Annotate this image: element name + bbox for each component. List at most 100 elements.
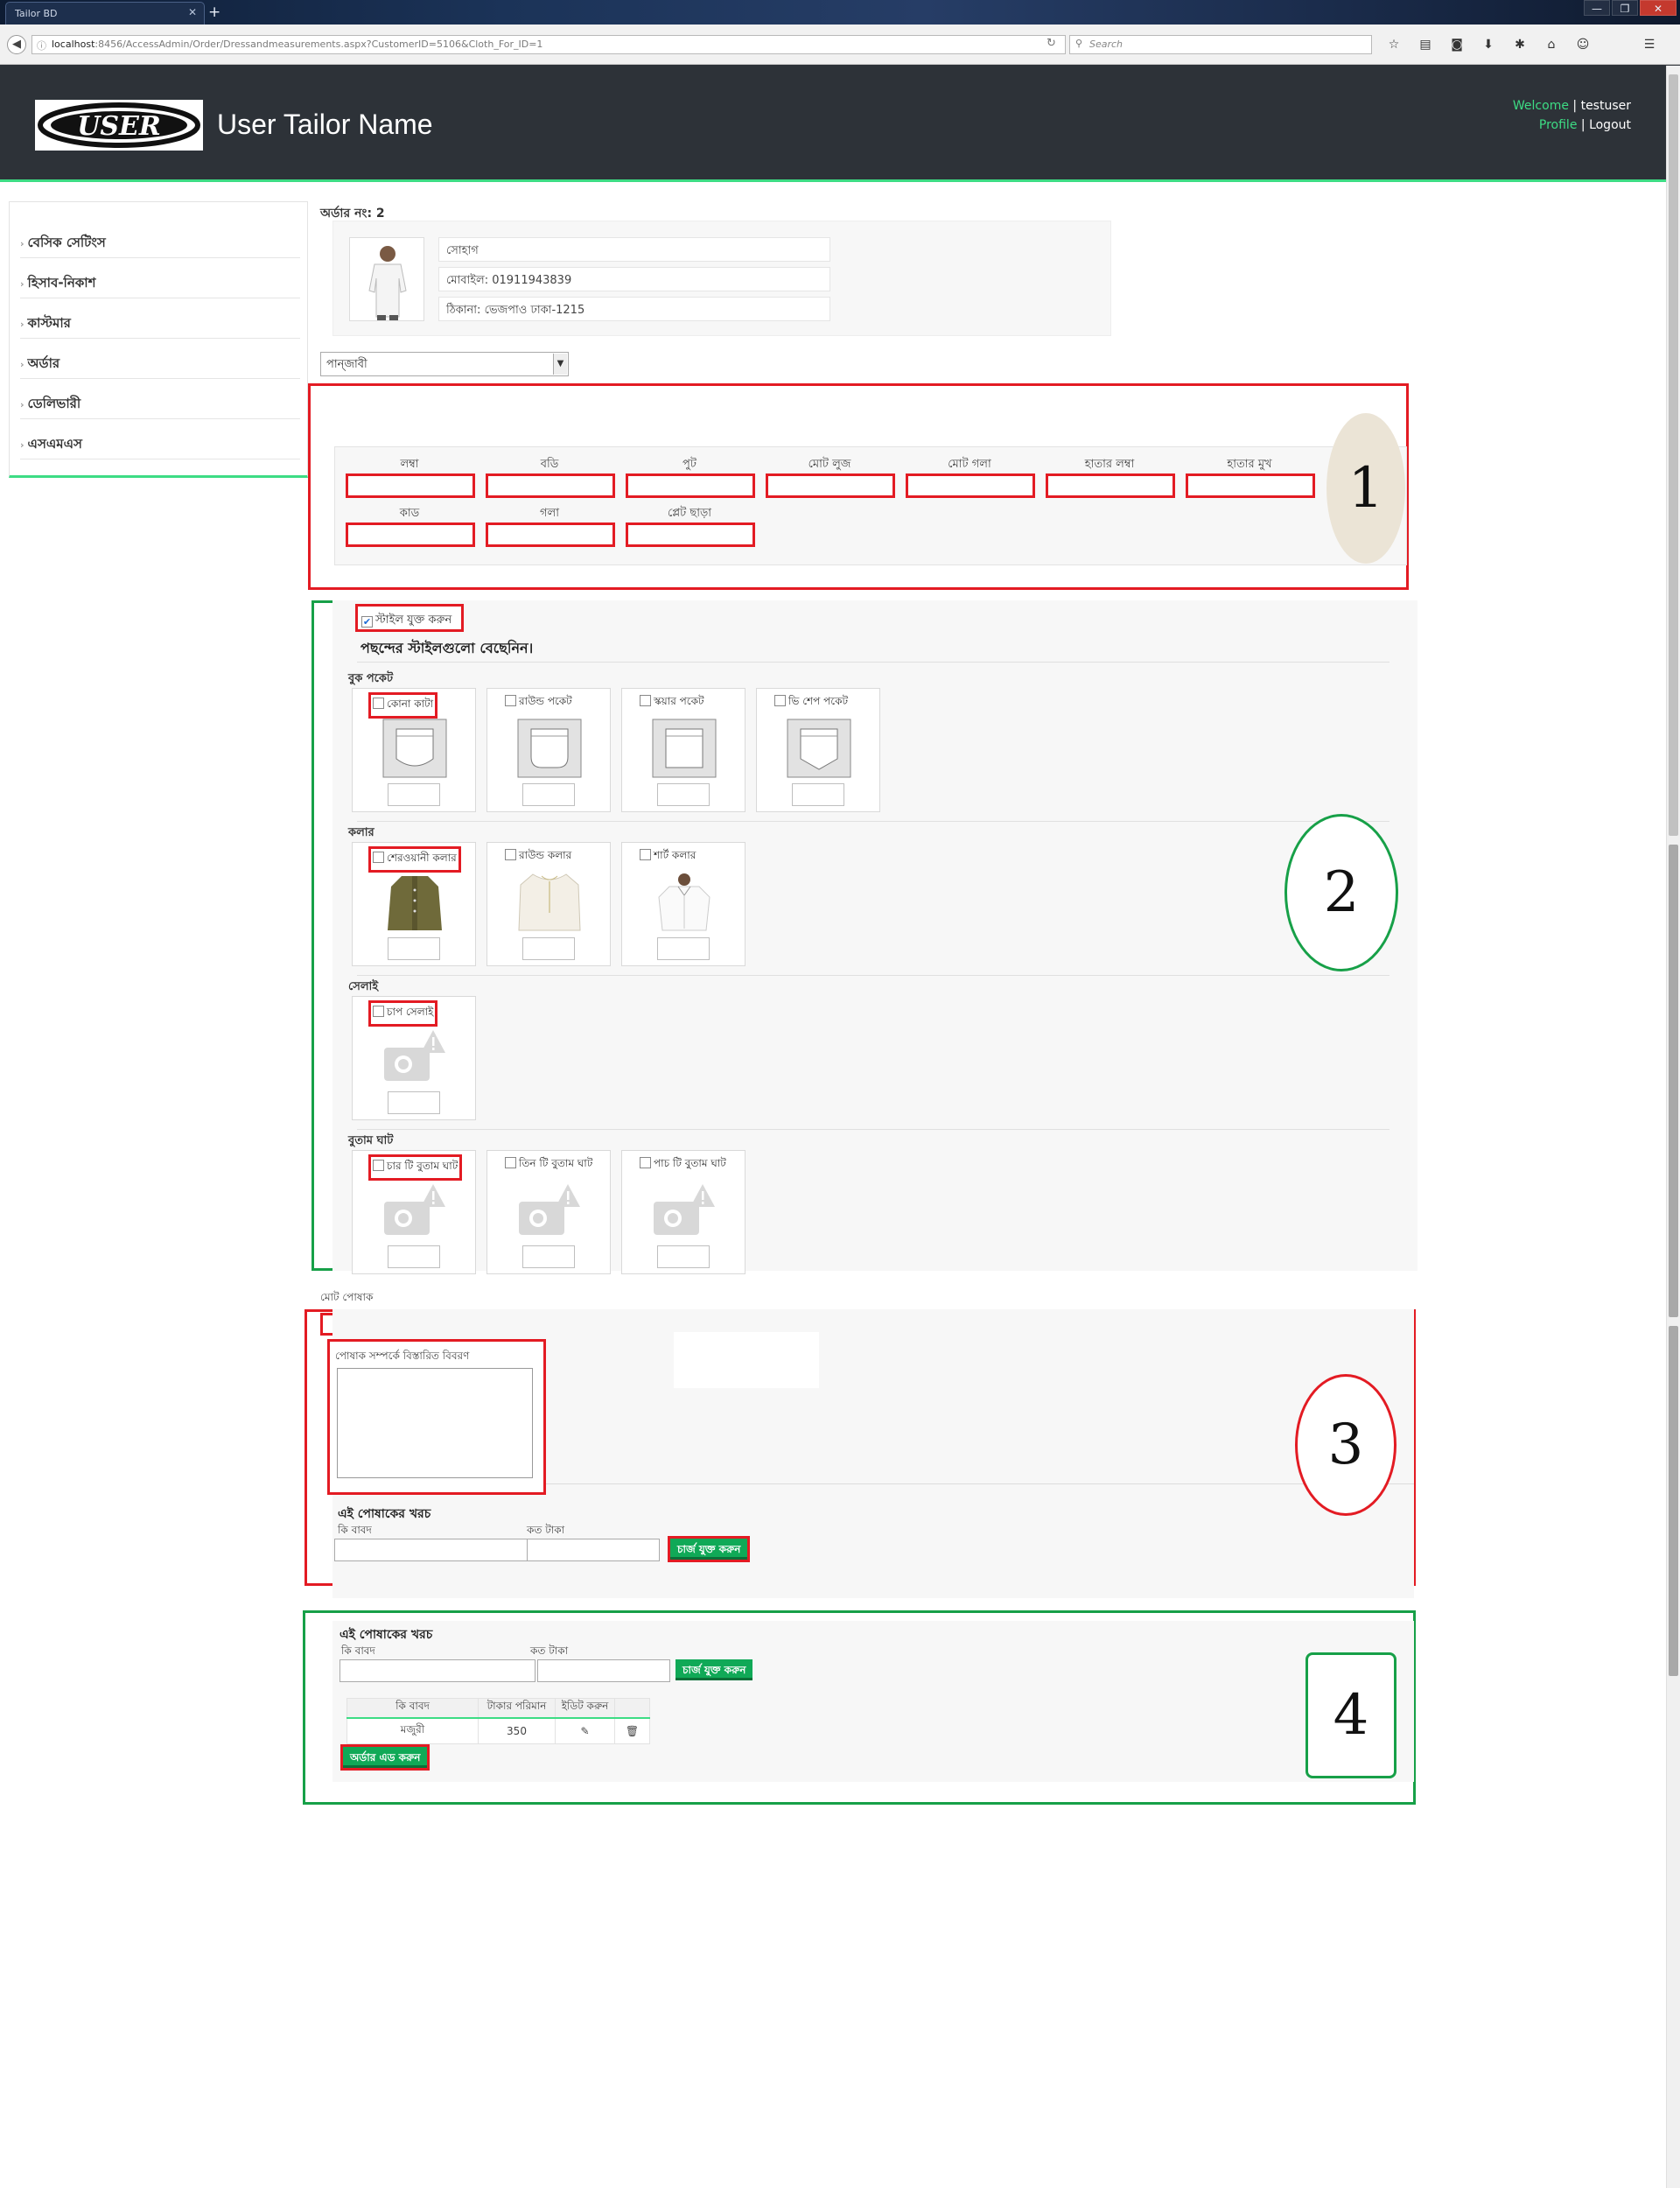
style-qty-input[interactable] xyxy=(657,937,710,960)
tab-close-icon[interactable]: ✕ xyxy=(188,6,197,18)
sidebar-item-accounts[interactable]: › হিসাব-নিকাশ xyxy=(20,258,300,298)
measure-input-sleeve-mouth[interactable] xyxy=(1186,473,1315,498)
checkbox-icon[interactable] xyxy=(640,849,651,860)
style-card[interactable]: রাউন্ড কলার xyxy=(486,842,611,966)
edit-icon[interactable]: ✎ xyxy=(555,1717,615,1744)
style-qty-input[interactable] xyxy=(522,783,575,806)
measure-input-put[interactable] xyxy=(626,473,755,498)
measure-input-sleeve-length[interactable] xyxy=(1046,473,1175,498)
style-qty-input[interactable] xyxy=(388,937,440,960)
style-option[interactable]: রাউন্ড কলার xyxy=(503,846,573,867)
measure-input-total-neck[interactable] xyxy=(906,473,1035,498)
maximize-button[interactable]: ❐ xyxy=(1612,0,1638,16)
style-option[interactable]: ভি শেপ পকেট xyxy=(773,692,850,713)
pocket-icon[interactable]: ◙ xyxy=(1447,36,1466,53)
checkbox-icon[interactable] xyxy=(774,695,786,706)
style-qty-input[interactable] xyxy=(657,1245,710,1268)
checkbox-icon[interactable] xyxy=(373,698,384,709)
cloth-type-select[interactable]: পান্জাবী ▼ xyxy=(320,352,569,376)
back-arrow-icon[interactable]: ◀ xyxy=(7,35,26,54)
logout-link[interactable]: Logout xyxy=(1589,118,1631,132)
style-qty-input[interactable] xyxy=(522,937,575,960)
checkbox-icon[interactable] xyxy=(640,695,651,706)
style-option[interactable]: চাপ সেলাই xyxy=(368,1000,438,1027)
purpose-input[interactable] xyxy=(334,1539,530,1561)
sidebar-item-sms[interactable]: › এসএমএস xyxy=(20,419,300,459)
chat-icon[interactable]: ☺ xyxy=(1573,36,1592,53)
style-card[interactable]: তিন টি বুতাম ঘাট xyxy=(486,1150,611,1274)
purpose-input[interactable] xyxy=(340,1659,536,1682)
style-qty-input[interactable] xyxy=(388,783,440,806)
sidebar-item-customer[interactable]: › কাস্টমার xyxy=(20,298,300,339)
style-option[interactable]: চার টি বুতাম ঘাট xyxy=(368,1154,463,1181)
style-option[interactable]: শার্ট কলার xyxy=(638,846,697,867)
style-qty-input[interactable] xyxy=(388,1245,440,1268)
scrollbar-thumb[interactable] xyxy=(1669,74,1678,836)
checkbox-icon[interactable] xyxy=(505,1157,516,1168)
sidebar-item-basic-settings[interactable]: › বেসিক সেটিংস xyxy=(20,218,300,258)
measure-input-length[interactable] xyxy=(346,473,475,498)
style-card[interactable]: কোনা কাটা xyxy=(352,688,476,812)
reading-list-icon[interactable]: ▤ xyxy=(1416,36,1435,53)
delete-trash-icon[interactable]: 🗑 xyxy=(614,1717,650,1744)
close-window-button[interactable]: ✕ xyxy=(1640,0,1676,16)
measure-input-total-loose[interactable] xyxy=(766,473,895,498)
checkbox-icon[interactable] xyxy=(640,1157,651,1168)
style-qty-input[interactable] xyxy=(657,783,710,806)
bookmark-star-icon[interactable]: ☆ xyxy=(1384,36,1404,53)
download-icon[interactable]: ⬇ xyxy=(1479,36,1498,53)
scrollbar-thumb[interactable] xyxy=(1669,845,1678,1317)
style-card[interactable]: চার টি বুতাম ঘাট xyxy=(352,1150,476,1274)
style-card[interactable]: পাচ টি বুতাম ঘাট xyxy=(621,1150,746,1274)
amount-input[interactable] xyxy=(527,1539,660,1561)
add-order-button[interactable]: অর্ডার এড করুন xyxy=(340,1744,430,1771)
home-icon[interactable]: ⌂ xyxy=(1542,36,1561,53)
sidebar-item-delivery[interactable]: › ডেলিভারী xyxy=(20,379,300,419)
minimize-button[interactable]: — xyxy=(1584,0,1610,16)
style-qty-input[interactable] xyxy=(388,1091,440,1114)
style-qty-input[interactable] xyxy=(792,783,844,806)
add-charge-button[interactable]: চার্জ যুক্ত করুন xyxy=(676,1659,753,1680)
checkbox-icon[interactable] xyxy=(505,695,516,706)
page-scrollbar[interactable] xyxy=(1666,66,1680,2188)
style-option[interactable]: তিন টি বুতাম ঘাট xyxy=(503,1154,594,1175)
style-option[interactable]: স্কয়ার পকেট xyxy=(638,692,706,713)
profile-link[interactable]: Profile xyxy=(1539,118,1578,132)
style-option[interactable]: রাউন্ড পকেট xyxy=(503,692,574,713)
scrollbar-thumb[interactable] xyxy=(1669,1326,1678,1676)
measure-input-body[interactable] xyxy=(486,473,615,498)
style-card[interactable]: ভি শেপ পকেট xyxy=(756,688,880,812)
url-bar[interactable]: ⓘ localhost:8456/AccessAdmin/Order/Dress… xyxy=(32,35,1066,54)
menu-hamburger-icon[interactable]: ☰ xyxy=(1640,36,1659,53)
measure-input-plate[interactable] xyxy=(626,522,755,547)
style-card[interactable]: স্কয়ার পকেট xyxy=(621,688,746,812)
chevron-down-icon[interactable]: ▼ xyxy=(553,354,567,375)
style-qty-input[interactable] xyxy=(522,1245,575,1268)
style-card[interactable]: চাপ সেলাই xyxy=(352,996,476,1120)
checkbox-icon[interactable] xyxy=(373,1160,384,1171)
style-card[interactable]: শার্ট কলার xyxy=(621,842,746,966)
browser-search-input[interactable]: ⚲ Search xyxy=(1069,35,1372,54)
description-textarea[interactable] xyxy=(337,1368,533,1478)
sidebar-item-order[interactable]: › অর্ডার xyxy=(20,339,300,379)
new-tab-button[interactable]: + xyxy=(208,4,220,21)
style-card[interactable]: রাউন্ড পকেট xyxy=(486,688,611,812)
measure-input-shoulder[interactable] xyxy=(346,522,475,547)
checkbox-icon[interactable] xyxy=(373,852,384,863)
style-option[interactable]: কোনা কাটা xyxy=(368,692,438,719)
style-card[interactable]: শেরওয়ানী কলার xyxy=(352,842,476,966)
brand-logo[interactable]: USER xyxy=(35,100,203,151)
extension-icon[interactable]: ✱ xyxy=(1510,36,1530,53)
add-style-checkbox[interactable]: ✔ স্টাইল যুক্ত করুন xyxy=(355,604,464,632)
add-charge-button[interactable]: চার্জ যুক্ত করুন xyxy=(667,1536,751,1562)
style-option[interactable]: শেরওয়ানী কলার xyxy=(368,846,461,873)
amount-input[interactable] xyxy=(537,1659,670,1682)
browser-tab[interactable]: Tailor BD ✕ xyxy=(5,2,205,25)
site-info-icon[interactable]: ⓘ xyxy=(37,39,46,53)
measure-input-neck[interactable] xyxy=(486,522,615,547)
checkbox-checked-icon[interactable]: ✔ xyxy=(361,616,373,628)
reload-icon[interactable]: ↻ xyxy=(1046,37,1056,50)
checkbox-icon[interactable] xyxy=(505,849,516,860)
style-option[interactable]: পাচ টি বুতাম ঘাট xyxy=(638,1154,728,1175)
checkbox-icon[interactable] xyxy=(373,1006,384,1017)
